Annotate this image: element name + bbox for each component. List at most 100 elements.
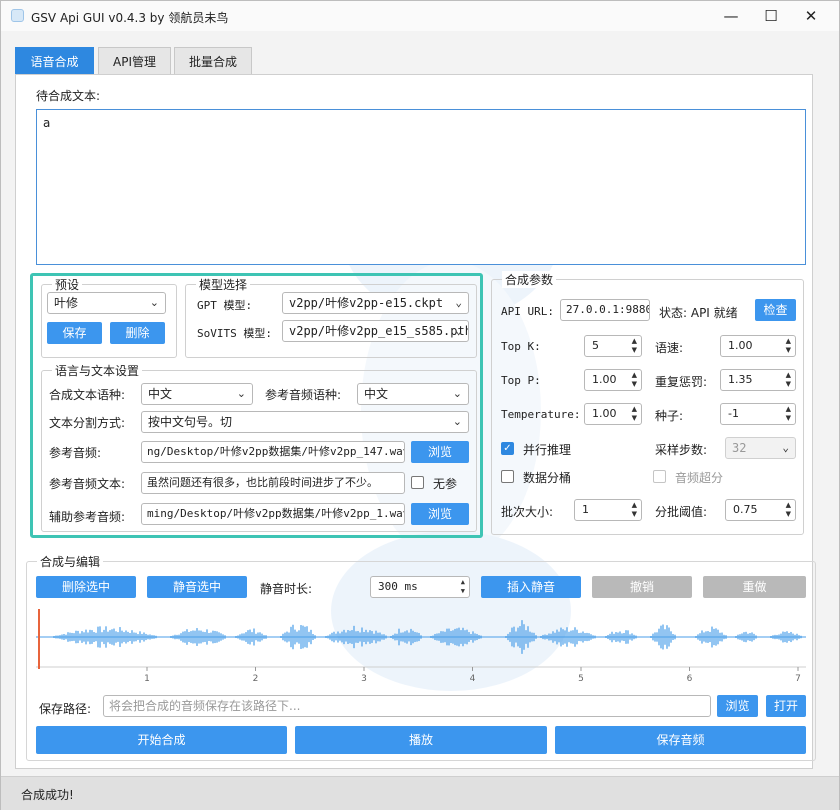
api-url-label: API URL: — [501, 305, 554, 318]
preset-delete-button[interactable]: 删除 — [110, 322, 165, 344]
waveform-view[interactable]: 1 2 3 4 5 6 7 — [36, 607, 806, 687]
insert-silence-button[interactable]: 插入静音 — [481, 576, 581, 598]
sovits-model-value: v2pp/叶修v2pp_e15_s585.pth — [289, 324, 469, 338]
ref-audio-label: 参考音频: — [49, 446, 102, 460]
sample-steps-select[interactable]: 32 ⌄ — [725, 437, 796, 459]
temperature-spinbox[interactable]: 1.00 ▲ ▼ — [584, 403, 642, 425]
chevron-down-icon: ⌄ — [452, 387, 462, 400]
super-res-label: 音频超分 — [675, 471, 724, 485]
synth-lang-select[interactable]: 中文 ⌄ — [141, 383, 253, 405]
chevron-down-icon: ⌄ — [149, 296, 159, 309]
tab-tts[interactable]: 语音合成 — [15, 47, 94, 75]
sovits-model-select[interactable]: v2pp/叶修v2pp_e15_s585.pth ⌄ — [282, 320, 469, 342]
repetition-spinbox[interactable]: 1.35 ▲ ▼ — [720, 369, 796, 391]
aux-ref-input[interactable]: ming/Desktop/叶修v2pp数据集/叶修v2pp_1.wav — [141, 503, 405, 525]
speed-spinbox[interactable]: 1.00 ▲ ▼ — [720, 335, 796, 357]
lang-text-group-title: 语言与文本设置 — [52, 362, 143, 379]
ref-text-input[interactable]: 虽然问题还有很多，也比前段时间进步了不少。 — [141, 472, 405, 494]
status-text: 合成成功! — [21, 788, 74, 802]
preset-select[interactable]: 叶修 ⌄ — [47, 292, 166, 314]
repetition-label: 重复惩罚: — [655, 375, 708, 389]
ref-text-label: 参考音频文本: — [49, 477, 126, 491]
play-button[interactable]: 播放 — [295, 726, 547, 754]
open-folder-button[interactable]: 打开 — [766, 695, 806, 717]
super-res-checkbox[interactable] — [653, 470, 666, 483]
sample-steps-label: 采样步数: — [655, 443, 708, 457]
preset-save-button[interactable]: 保存 — [47, 322, 102, 344]
seed-spinbox[interactable]: -1 ▲ ▼ — [720, 403, 796, 425]
chevron-down-icon: ⌄ — [782, 441, 789, 454]
silence-length-value: 300 ms — [378, 580, 418, 593]
timeline-tick-label: 3 — [361, 674, 367, 684]
api-check-button[interactable]: 检查 — [755, 299, 796, 321]
no-ref-checkbox[interactable] — [411, 476, 424, 489]
parallel-label: 并行推理 — [523, 443, 572, 457]
close-icon[interactable]: ✕ — [796, 5, 826, 27]
ref-lang-value: 中文 — [364, 387, 389, 401]
seed-label: 种子: — [655, 409, 684, 423]
silence-length-label: 静音时长: — [260, 582, 313, 596]
save-audio-button[interactable]: 保存音频 — [555, 726, 806, 754]
ref-audio-input[interactable]: ng/Desktop/叶修v2pp数据集/叶修v2pp_147.wav — [141, 441, 405, 463]
save-path-browse-button[interactable]: 浏览 — [717, 695, 758, 717]
batch-threshold-spinbox[interactable]: 0.75 ▲ ▼ — [725, 499, 796, 521]
delete-selection-button[interactable]: 删除选中 — [36, 576, 136, 598]
text-input-label: 待合成文本: — [36, 89, 101, 103]
timeline-tick-label: 4 — [470, 674, 476, 684]
spin-arrows-icon[interactable]: ▲ ▼ — [786, 337, 791, 355]
minimize-icon[interactable]: — — [716, 5, 746, 27]
topk-spinbox[interactable]: 5 ▲ ▼ — [584, 335, 642, 357]
spin-arrows-icon[interactable]: ▲ ▼ — [786, 501, 791, 519]
batch-size-label: 批次大小: — [501, 505, 554, 519]
topk-label: Top K: — [501, 340, 541, 353]
spin-arrows-icon[interactable]: ▲ ▼ — [632, 337, 637, 355]
maximize-icon[interactable]: ☐ — [756, 5, 786, 27]
api-status-label: 状态: API 就绪 — [659, 306, 738, 320]
ref-audio-browse-button[interactable]: 浏览 — [411, 441, 469, 463]
tab-api[interactable]: API管理 — [98, 47, 171, 75]
spin-arrows-icon[interactable]: ▲ ▼ — [632, 405, 637, 423]
aux-ref-browse-button[interactable]: 浏览 — [411, 503, 469, 525]
silence-length-spinbox[interactable]: 300 ms ▲ ▼ — [370, 576, 470, 598]
temperature-value: 1.00 — [592, 407, 617, 420]
split-method-value: 按中文句号。切 — [148, 415, 233, 429]
batch-threshold-value: 0.75 — [733, 503, 758, 516]
redo-button[interactable]: 重做 — [703, 576, 806, 598]
spin-arrows-icon[interactable]: ▲ ▼ — [632, 501, 637, 519]
parallel-checkbox[interactable]: ✓ — [501, 442, 514, 455]
edit-group-title: 合成与编辑 — [37, 553, 104, 570]
spin-arrows-icon[interactable]: ▲ ▼ — [461, 578, 465, 596]
start-synthesis-button[interactable]: 开始合成 — [36, 726, 287, 754]
topk-value: 5 — [592, 339, 599, 352]
speed-value: 1.00 — [728, 339, 753, 352]
app-window: GSV Api GUI v0.4.3 by 领航员未鸟 — ☐ ✕ 语音合成 A… — [0, 0, 840, 810]
timeline-tick-label: 2 — [253, 674, 259, 684]
api-url-input[interactable]: 27.0.0.1:9880 — [560, 299, 650, 321]
gpt-model-select[interactable]: v2pp/叶修v2pp-e15.ckpt ⌄ — [282, 292, 469, 314]
temperature-label: Temperature: — [501, 408, 581, 421]
bucket-checkbox[interactable] — [501, 470, 514, 483]
spin-arrows-icon[interactable]: ▲ ▼ — [632, 371, 637, 389]
speed-label: 语速: — [655, 341, 684, 355]
text-input[interactable]: a — [36, 109, 806, 265]
timeline-tick-label: 6 — [687, 674, 693, 684]
sample-steps-value: 32 — [732, 441, 747, 455]
title-bar: GSV Api GUI v0.4.3 by 领航员未鸟 — ☐ ✕ — [1, 1, 839, 31]
undo-button[interactable]: 撤销 — [592, 576, 692, 598]
ref-lang-select[interactable]: 中文 ⌄ — [357, 383, 469, 405]
aux-ref-label: 辅助参考音频: — [49, 510, 126, 524]
save-path-label: 保存路径: — [39, 702, 92, 716]
batch-size-spinbox[interactable]: 1 ▲ ▼ — [574, 499, 642, 521]
preset-select-value: 叶修 — [54, 296, 79, 310]
chevron-down-icon: ⌄ — [455, 324, 462, 337]
tab-batch[interactable]: 批量合成 — [174, 47, 252, 75]
topp-spinbox[interactable]: 1.00 ▲ ▼ — [584, 369, 642, 391]
mute-selection-button[interactable]: 静音选中 — [147, 576, 247, 598]
split-method-select[interactable]: 按中文句号。切 ⌄ — [141, 411, 469, 433]
chevron-down-icon: ⌄ — [236, 387, 246, 400]
chevron-down-icon: ⌄ — [455, 296, 462, 309]
save-path-input[interactable]: 将会把合成的音频保存在该路径下... — [103, 695, 711, 717]
params-group-title: 合成参数 — [502, 271, 557, 288]
spin-arrows-icon[interactable]: ▲ ▼ — [786, 405, 791, 423]
spin-arrows-icon[interactable]: ▲ ▼ — [786, 371, 791, 389]
